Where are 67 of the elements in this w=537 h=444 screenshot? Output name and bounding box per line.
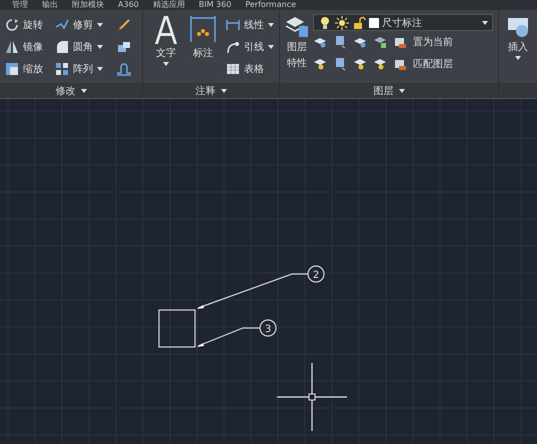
padlock-icon — [352, 16, 366, 30]
linear-dimension-icon — [226, 18, 240, 32]
tool-button[interactable]: 引线 — [226, 40, 274, 54]
panel-title[interactable]: 图层 — [280, 83, 498, 98]
panel-title[interactable]: 修改 — [0, 83, 142, 98]
layer-command-button[interactable]: 匹配图层 — [413, 57, 453, 71]
array-icon — [55, 62, 69, 76]
rectangle-shape — [158, 309, 196, 348]
ribbon-tab[interactable]: BIM 360 — [198, 0, 232, 10]
caret-icon — [482, 20, 488, 24]
caret-icon — [80, 88, 86, 92]
layer-icon — [333, 57, 347, 71]
tool-button[interactable]: 缩放 — [5, 62, 55, 76]
tool-button[interactable]: 线性 — [226, 18, 274, 32]
sun-icon — [335, 16, 349, 30]
layer-icon — [373, 35, 387, 49]
ribbon-tab[interactable]: 管理 — [12, 0, 28, 10]
callout-number: 2 — [312, 270, 320, 281]
tool-button[interactable]: 表格 — [226, 62, 274, 76]
ribbon-tab[interactable]: 附加模块 — [72, 0, 104, 10]
layer-properties-button[interactable]: 图层 特性 — [285, 14, 309, 83]
callout-bubble — [307, 265, 325, 283]
layers-icon — [285, 14, 309, 38]
callout-number: 3 — [264, 324, 272, 335]
blocks-icon — [117, 40, 131, 54]
tool-button[interactable]: 旋转 — [5, 18, 55, 32]
panel-title[interactable]: 注释 — [143, 83, 279, 98]
ribbon-tab[interactable]: A360 — [118, 0, 139, 10]
brush-icon — [117, 18, 131, 32]
stretch-icon — [117, 62, 131, 76]
layer-command-button[interactable]: 置为当前 — [413, 35, 453, 49]
crosshair-cursor — [276, 362, 348, 432]
drawing-canvas[interactable]: 2 3 — [0, 99, 537, 444]
tool-button[interactable]: 镜像 — [5, 40, 55, 54]
layer-icon — [313, 35, 327, 49]
layer-icon — [353, 57, 367, 71]
rotate-icon — [5, 18, 19, 32]
letter-a-icon — [153, 14, 179, 44]
layer-icon — [353, 35, 367, 49]
fillet-icon — [55, 40, 69, 54]
dimension-tool-button[interactable]: 标注 — [184, 14, 222, 83]
tool-button[interactable]: 修剪 — [55, 18, 117, 32]
leader-icon — [226, 40, 240, 54]
tool-button[interactable]: 圆角 — [55, 40, 117, 54]
ribbon-tab[interactable]: 输出 — [42, 0, 58, 10]
layer-icon — [393, 35, 407, 49]
scale-icon — [5, 62, 19, 76]
text-tool-button[interactable]: 文字 — [148, 14, 184, 83]
layer-dropdown[interactable]: 尺寸标注 — [313, 14, 493, 31]
mirror-icon — [5, 40, 19, 54]
ribbon-tab[interactable]: Performance — [245, 0, 296, 10]
caret-icon — [398, 88, 404, 92]
ribbon-tab[interactable]: 精选应用 — [152, 0, 185, 10]
caret-icon — [220, 88, 226, 92]
trim-icon — [55, 18, 69, 32]
callout-bubble — [259, 319, 277, 337]
lightbulb-icon — [318, 16, 332, 30]
layer-icon — [373, 57, 387, 71]
leader-line — [197, 327, 260, 347]
dimension-icon — [189, 14, 217, 44]
tool-button[interactable]: 阵列 — [55, 62, 117, 76]
layer-icon — [333, 35, 347, 49]
insert-button[interactable]: 插入 — [504, 14, 532, 83]
layer-icon — [313, 57, 327, 71]
table-icon — [226, 62, 240, 76]
layer-color-swatch — [369, 18, 379, 28]
layer-icon — [393, 57, 407, 71]
